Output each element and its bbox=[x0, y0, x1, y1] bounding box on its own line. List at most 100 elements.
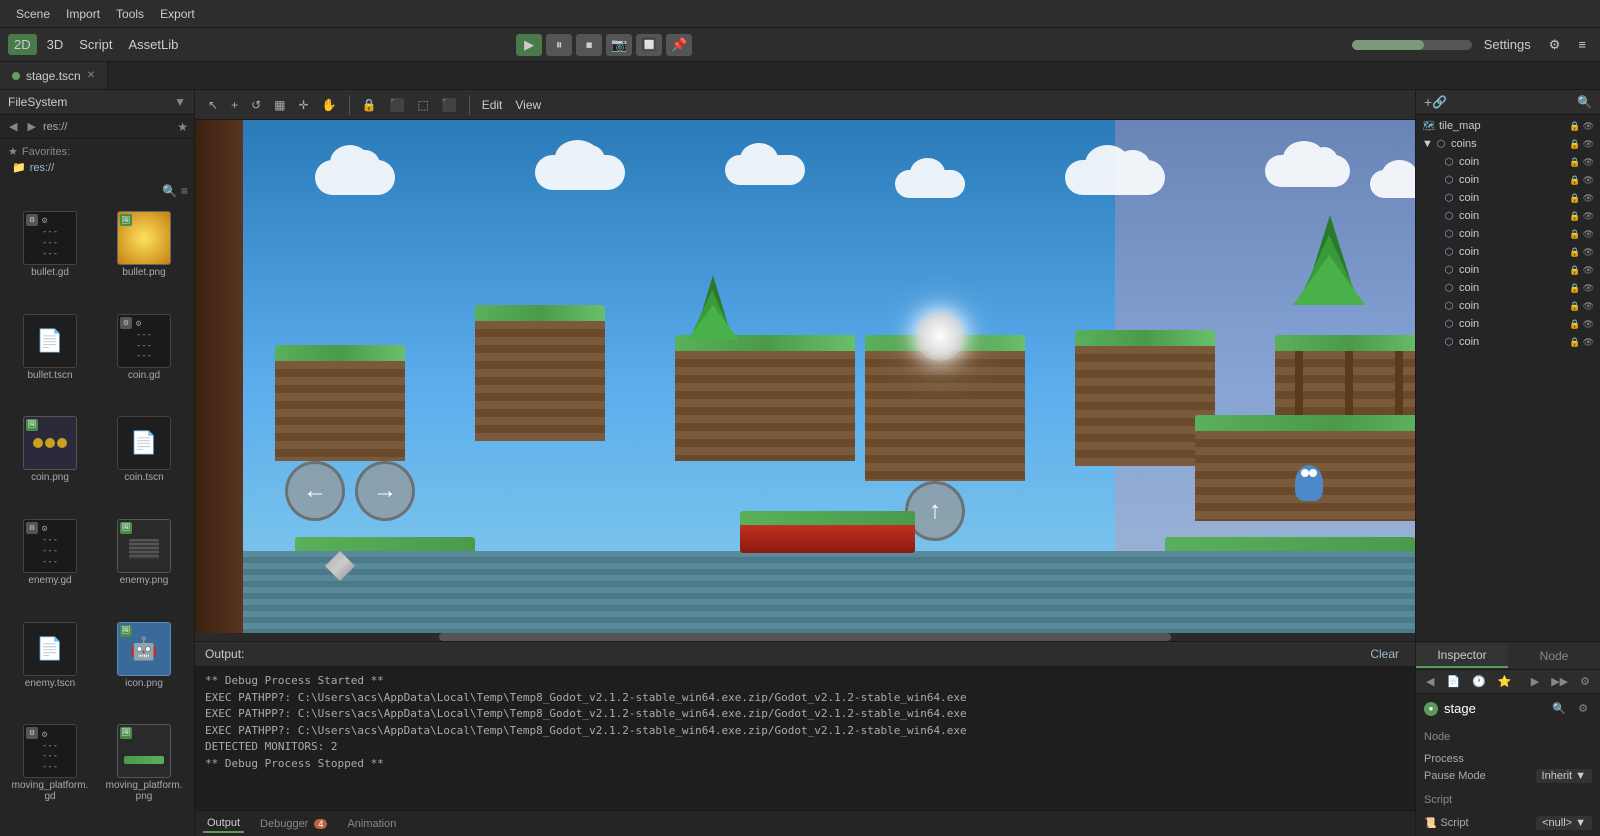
tree-item-coin-5[interactable]: ⬡ coin 🔒 👁 bbox=[1416, 225, 1600, 243]
settings-extra-button[interactable]: ⚙ bbox=[1543, 34, 1567, 56]
list-view-icon[interactable]: ≡ bbox=[181, 184, 188, 198]
pin-button[interactable]: 📌 bbox=[666, 34, 692, 56]
play-button[interactable]: ▶ bbox=[516, 34, 542, 56]
inspector-history-button[interactable]: 🕐 bbox=[1468, 673, 1490, 690]
inspector-next-button[interactable]: ▶ bbox=[1527, 673, 1543, 690]
add-node-button[interactable]: + bbox=[1424, 94, 1432, 110]
tree-item-coin-6[interactable]: ⬡ coin 🔒 👁 bbox=[1416, 243, 1600, 261]
file-item[interactable]: 🖼 🤖 icon.png bbox=[98, 618, 190, 719]
fs-favorite-button[interactable]: ★ bbox=[177, 120, 188, 134]
lock-icon[interactable]: 🔒 bbox=[1569, 139, 1580, 150]
pause-button[interactable]: ⏸ bbox=[546, 34, 572, 56]
inspector-favorite-button[interactable]: ⭐ bbox=[1494, 673, 1516, 690]
pan-tool-button[interactable]: ✋ bbox=[317, 96, 342, 114]
add-tool-button[interactable]: + bbox=[226, 96, 243, 114]
eye-icon[interactable]: 👁 bbox=[1583, 139, 1594, 150]
search-icon[interactable]: 🔍 bbox=[162, 184, 177, 198]
lock-icon[interactable]: 🔒 bbox=[1569, 175, 1580, 186]
grid-snap-button[interactable]: ⬚ bbox=[412, 96, 433, 114]
eye-icon[interactable]: 👁 bbox=[1583, 229, 1594, 240]
file-item[interactable]: 📄 bullet.tscn bbox=[4, 310, 96, 411]
search-input[interactable] bbox=[6, 185, 158, 197]
output-tab-debugger[interactable]: Debugger 4 bbox=[256, 816, 331, 832]
lock-icon[interactable]: 🔒 bbox=[1569, 229, 1580, 240]
inspector-tab-inspector[interactable]: Inspector bbox=[1416, 644, 1508, 668]
eye-icon[interactable]: 👁 bbox=[1583, 175, 1594, 186]
tree-item-coin-10[interactable]: ⬡ coin 🔒 👁 bbox=[1416, 315, 1600, 333]
menu-import[interactable]: Import bbox=[58, 5, 108, 23]
script-dropdown[interactable]: <null> ▼ bbox=[1536, 816, 1592, 830]
file-item[interactable]: 🖼 enemy.png bbox=[98, 515, 190, 616]
rotate-tool-button[interactable]: ↺ bbox=[246, 96, 266, 114]
lock-icon[interactable]: 🔒 bbox=[1569, 247, 1580, 258]
lock-icon[interactable]: 🔒 bbox=[1569, 193, 1580, 204]
eye-icon[interactable]: 👁 bbox=[1583, 337, 1594, 348]
game-canvas[interactable]: ← → ↑ bbox=[195, 120, 1415, 641]
lock-icon[interactable]: 🔒 bbox=[1569, 211, 1580, 222]
stop-button[interactable]: ⏹ bbox=[576, 34, 602, 56]
lock-icon[interactable]: 🔒 bbox=[1569, 337, 1580, 348]
menu-scene[interactable]: Scene bbox=[8, 5, 58, 23]
viewport-scrollbar-h[interactable] bbox=[195, 633, 1415, 641]
left-arrow-control[interactable]: ← bbox=[285, 461, 345, 521]
mode-assetlib-button[interactable]: AssetLib bbox=[122, 34, 184, 55]
lock-icon[interactable]: 🔒 bbox=[1569, 283, 1580, 294]
screenshot-button[interactable]: 📷 bbox=[606, 34, 632, 56]
inspector-node-search[interactable]: 🔍 bbox=[1548, 700, 1570, 717]
eye-icon[interactable]: 👁 bbox=[1583, 211, 1594, 222]
filesystem-dropdown[interactable]: ▼ bbox=[174, 95, 186, 109]
file-item[interactable]: ⚙--------- ⚙ bullet.gd bbox=[4, 207, 96, 308]
clear-button[interactable]: Clear bbox=[1364, 646, 1405, 662]
tree-item-coin-2[interactable]: ⬡ coin 🔒 👁 bbox=[1416, 171, 1600, 189]
fs-back-button[interactable]: ◀ bbox=[6, 119, 20, 134]
favorites-item-res[interactable]: 📁 res:// bbox=[8, 160, 186, 175]
menu-tools[interactable]: Tools bbox=[108, 5, 152, 23]
eye-icon[interactable]: 👁 bbox=[1583, 157, 1594, 168]
file-item[interactable]: ⚙--------- ⚙ coin.gd bbox=[98, 310, 190, 411]
link-node-button[interactable]: 🔗 bbox=[1432, 95, 1447, 109]
tree-item-coin-7[interactable]: ⬡ coin 🔒 👁 bbox=[1416, 261, 1600, 279]
tree-item-coin-8[interactable]: ⬡ coin 🔒 👁 bbox=[1416, 279, 1600, 297]
eye-icon[interactable]: 👁 bbox=[1583, 247, 1594, 258]
tree-item-coin-11[interactable]: ⬡ coin 🔒 👁 bbox=[1416, 333, 1600, 351]
grid-tool-button[interactable]: ▦ bbox=[269, 96, 290, 114]
file-item[interactable]: ⚙--------- ⚙ moving_platform.gd bbox=[4, 720, 96, 832]
inspector-node-settings[interactable]: ⚙ bbox=[1574, 700, 1592, 717]
output-tab-output[interactable]: Output bbox=[203, 815, 244, 833]
cross-tool-button[interactable]: ✛ bbox=[293, 96, 313, 114]
lock-icon[interactable]: 🔒 bbox=[1569, 265, 1580, 276]
tree-item-coin-1[interactable]: ⬡ coin 🔒 👁 bbox=[1416, 153, 1600, 171]
scene-search-button[interactable]: 🔍 bbox=[1577, 95, 1592, 109]
eye-icon[interactable]: 👁 bbox=[1583, 319, 1594, 330]
tree-item-coin-9[interactable]: ⬡ coin 🔒 👁 bbox=[1416, 297, 1600, 315]
tree-item-coins[interactable]: ▼ ⬡ coins 🔒 👁 bbox=[1416, 135, 1600, 153]
inspector-forward-button[interactable]: ▶▶ bbox=[1547, 673, 1572, 690]
lock-icon[interactable]: 🔒 bbox=[1569, 121, 1580, 132]
mode-3d-button[interactable]: 3D bbox=[41, 34, 70, 55]
skeleton-button[interactable]: ⬛ bbox=[437, 96, 462, 114]
file-item[interactable]: 📄 enemy.tscn bbox=[4, 618, 96, 719]
file-item[interactable]: 🖼 bullet.png bbox=[98, 207, 190, 308]
eye-icon[interactable]: 👁 bbox=[1583, 121, 1594, 132]
eye-icon[interactable]: 👁 bbox=[1583, 301, 1594, 312]
lock-icon[interactable]: 🔒 bbox=[1569, 319, 1580, 330]
file-item[interactable]: ⚙--------- ⚙ enemy.gd bbox=[4, 515, 96, 616]
eye-icon[interactable]: 👁 bbox=[1583, 193, 1594, 204]
eye-icon[interactable]: 👁 bbox=[1583, 265, 1594, 276]
mode-script-button[interactable]: Script bbox=[73, 34, 118, 55]
output-tab-animation[interactable]: Animation bbox=[343, 816, 400, 832]
tree-item-coin-4[interactable]: ⬡ coin 🔒 👁 bbox=[1416, 207, 1600, 225]
file-item[interactable]: 🖼 moving_platform.png bbox=[98, 720, 190, 832]
settings-more-button[interactable]: ≡ bbox=[1572, 34, 1592, 55]
eye-icon[interactable]: 👁 bbox=[1583, 283, 1594, 294]
file-item[interactable]: 🖼 coin.png bbox=[4, 412, 96, 513]
fs-forward-button[interactable]: ▶ bbox=[24, 119, 38, 134]
tree-item-coin-3[interactable]: ⬡ coin 🔒 👁 bbox=[1416, 189, 1600, 207]
inspector-tab-node[interactable]: Node bbox=[1508, 645, 1600, 667]
tree-item-tile-map[interactable]: 🗺 tile_map 🔒 👁 bbox=[1416, 117, 1600, 135]
menu-export[interactable]: Export bbox=[152, 5, 203, 23]
file-item[interactable]: 📄 coin.tscn bbox=[98, 412, 190, 513]
edit-button[interactable]: Edit bbox=[477, 96, 508, 114]
tab-close[interactable]: ✕ bbox=[87, 70, 95, 81]
right-arrow-control[interactable]: → bbox=[355, 461, 415, 521]
